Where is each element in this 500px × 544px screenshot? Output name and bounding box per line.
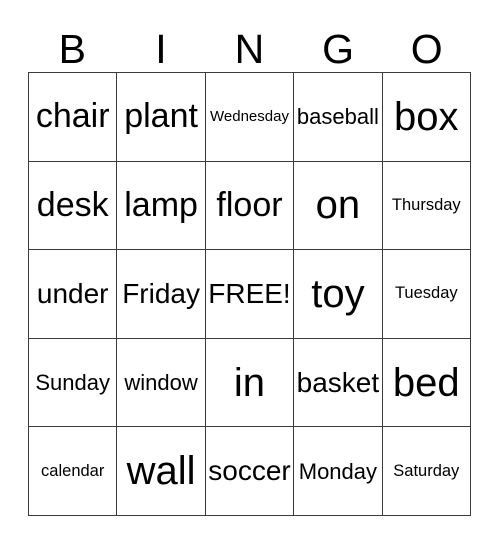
- bingo-cell-label: bed: [392, 360, 460, 405]
- bingo-cell[interactable]: bed: [382, 338, 471, 428]
- bingo-header-cell-i: I: [117, 14, 206, 72]
- bingo-cell-label: baseball: [296, 104, 379, 130]
- bingo-cell[interactable]: floor: [205, 161, 295, 251]
- bingo-cell[interactable]: window: [117, 338, 206, 428]
- bingo-cell[interactable]: soccer: [205, 427, 295, 516]
- bingo-cell[interactable]: on: [294, 161, 383, 251]
- bingo-cell-label: Saturday: [393, 461, 460, 480]
- bingo-cell-label: window: [124, 370, 198, 396]
- bingo-cell-label: Friday: [122, 278, 200, 310]
- bingo-cell-label: plant: [124, 96, 198, 135]
- bingo-cell-label: toy: [311, 271, 365, 316]
- bingo-cell[interactable]: baseball: [294, 73, 383, 162]
- bingo-header-cell-g: G: [294, 14, 383, 72]
- bingo-cell[interactable]: calendar: [29, 427, 118, 516]
- bingo-cell[interactable]: desk: [29, 161, 118, 251]
- bingo-cell-label: Monday: [298, 458, 378, 484]
- bingo-cell[interactable]: Wednesday: [205, 73, 295, 162]
- bingo-cell-label: wall: [126, 449, 196, 494]
- bingo-header-row: B I N G O: [28, 14, 471, 72]
- bingo-card: B I N G O chair plant Wednesday baseball…: [28, 14, 471, 516]
- bingo-cell[interactable]: Monday: [294, 427, 383, 516]
- bingo-cell-label: Tuesday: [394, 284, 458, 303]
- bingo-cell-label: Sunday: [35, 370, 110, 396]
- bingo-cell[interactable]: Tuesday: [382, 250, 471, 339]
- bingo-cell-label: basket: [296, 366, 380, 398]
- bingo-cell[interactable]: in: [205, 338, 295, 428]
- bingo-cell-label: Thursday: [391, 195, 461, 214]
- bingo-header-letter: B: [58, 26, 86, 72]
- bingo-cell-label: lamp: [124, 185, 198, 224]
- bingo-cell[interactable]: Saturday: [382, 427, 471, 516]
- bingo-cell[interactable]: under: [29, 250, 118, 339]
- bingo-header-cell-n: N: [205, 14, 294, 72]
- bingo-cell[interactable]: basket: [294, 338, 383, 428]
- bingo-cell[interactable]: box: [382, 73, 471, 162]
- bingo-cell[interactable]: Sunday: [29, 338, 118, 428]
- bingo-cell-label: desk: [36, 185, 109, 224]
- bingo-cell[interactable]: Friday: [117, 250, 206, 339]
- bingo-header-letter: G: [322, 26, 355, 72]
- bingo-grid: chair plant Wednesday baseball box desk …: [28, 72, 471, 516]
- bingo-cell[interactable]: plant: [117, 73, 206, 162]
- bingo-cell-label: calendar: [41, 461, 105, 480]
- bingo-cell-label: chair: [35, 96, 110, 135]
- bingo-free-space-cell[interactable]: FREE!: [205, 250, 295, 339]
- bingo-cell-label: box: [394, 94, 459, 139]
- bingo-cell-label: floor: [216, 185, 283, 224]
- bingo-header-letter: O: [410, 26, 443, 72]
- bingo-cell-label: on: [315, 183, 361, 228]
- bingo-cell-label: Wednesday: [210, 107, 289, 125]
- bingo-header-letter: I: [155, 26, 167, 72]
- bingo-header-cell-o: O: [382, 14, 471, 72]
- bingo-header-cell-b: B: [28, 14, 117, 72]
- bingo-header-letter: N: [234, 26, 265, 72]
- bingo-cell[interactable]: toy: [294, 250, 383, 339]
- bingo-cell[interactable]: Thursday: [382, 161, 471, 251]
- bingo-cell-label: soccer: [208, 455, 291, 487]
- bingo-cell[interactable]: lamp: [117, 161, 206, 251]
- bingo-cell[interactable]: chair: [29, 73, 118, 162]
- bingo-cell-label: in: [233, 360, 266, 405]
- bingo-cell-label: under: [36, 278, 109, 310]
- bingo-cell[interactable]: wall: [117, 427, 206, 516]
- bingo-free-space-label: FREE!: [208, 278, 291, 310]
